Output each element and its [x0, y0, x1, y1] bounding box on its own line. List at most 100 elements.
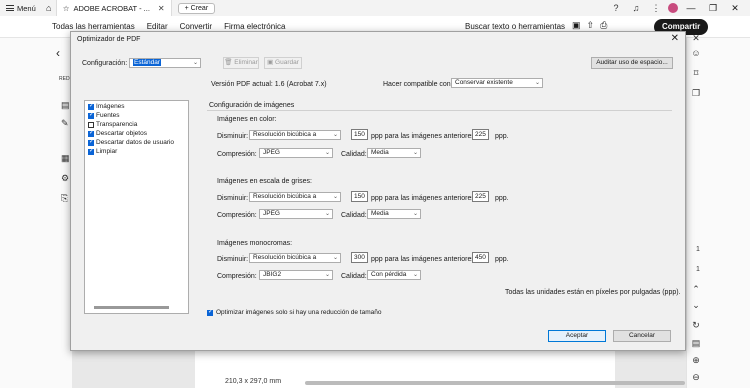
hamburger-icon	[6, 5, 14, 11]
list-item-discard-objects[interactable]: Descartar objetos	[88, 129, 147, 137]
chevron-down-icon: ⌄	[332, 255, 338, 261]
save-button[interactable]: ▣ Guardar	[264, 57, 302, 69]
gray-above-input[interactable]: 225	[472, 191, 489, 202]
apps-grid-icon[interactable]: ⋮	[648, 3, 664, 14]
zoom-out-icon[interactable]: ⊖	[690, 372, 702, 383]
menu-item-esign[interactable]: Firma electrónica	[218, 22, 291, 31]
chevron-down-icon: ⌄	[332, 194, 338, 200]
config-select[interactable]: Estándar ⌄	[129, 58, 201, 68]
mono-ppi-input[interactable]: 300	[351, 252, 368, 263]
mono-downsample-select[interactable]: Resolución bicúbica a ⌄	[249, 253, 341, 263]
color-ppi-input[interactable]: 150	[351, 129, 368, 140]
list-item-fonts[interactable]: Fuentes	[88, 111, 120, 119]
close-tab-icon[interactable]: ✕	[158, 4, 165, 13]
color-quality-label: Calidad:	[341, 151, 367, 158]
gray-compression-select[interactable]: JPEG ⌄	[259, 209, 333, 219]
close-window-icon[interactable]: ✕	[726, 3, 744, 14]
color-quality-select[interactable]: Media ⌄	[367, 148, 421, 158]
color-quality-value: Media	[371, 149, 389, 156]
color-downsample-select[interactable]: Resolución bicúbica a ⌄	[249, 130, 341, 140]
checkbox-fonts[interactable]	[88, 111, 94, 119]
trash-icon: 🗑	[224, 59, 233, 66]
left-rail-tool-icon-1[interactable]: ▤	[61, 100, 70, 111]
upload-icon[interactable]: ⇧	[587, 20, 595, 31]
document-icon[interactable]: ▤	[690, 338, 702, 349]
document-tab[interactable]: ☆ ADOBE ACROBAT - ... ✕	[55, 0, 172, 16]
gray-quality-value: Media	[371, 210, 389, 217]
close-panel-icon[interactable]: ✕	[690, 33, 702, 44]
print-icon[interactable]: ⎙	[600, 20, 607, 31]
accept-button[interactable]: Aceptar	[548, 330, 606, 342]
help-icon[interactable]: ?	[608, 3, 624, 13]
checkbox-discard-objects[interactable]	[88, 129, 94, 137]
left-rail-tool-icon-4[interactable]: ⚙	[61, 173, 69, 184]
comment-icon[interactable]: ☺	[690, 48, 702, 58]
gray-downsample-select[interactable]: Resolución bicúbica a ⌄	[249, 192, 341, 202]
delete-button[interactable]: 🗑 Eliminar	[223, 57, 259, 69]
save-icon[interactable]: ▣	[572, 20, 581, 31]
zoom-in-icon[interactable]: ⊕	[690, 355, 702, 366]
optimize-only-label: Optimizar imágenes solo si hay una reduc…	[216, 309, 382, 316]
cancel-button[interactable]: Cancelar	[613, 330, 671, 342]
chevron-down-icon: ⌄	[534, 80, 540, 86]
title-bar: Menú ⌂ ☆ ADOBE ACROBAT - ... ✕ + Crear ?…	[0, 0, 750, 16]
left-rail-tool-icon-3[interactable]: ▦	[61, 153, 70, 164]
dialog-close-icon[interactable]: ✕	[671, 33, 679, 44]
color-above-input[interactable]: 225	[472, 129, 489, 140]
menu-item-convert[interactable]: Convertir	[174, 22, 218, 31]
gray-ppi-input[interactable]: 150	[351, 191, 368, 202]
new-tab-label: Crear	[190, 4, 209, 12]
color-method-value: Resolución bicúbica a	[253, 131, 317, 138]
mono-compression-select[interactable]: JBIG2 ⌄	[259, 270, 333, 280]
left-rail-tool-icon-5[interactable]: ⎘	[61, 193, 68, 204]
minimize-icon[interactable]: —	[682, 3, 700, 13]
avatar[interactable]	[668, 3, 678, 13]
bell-icon[interactable]: ♫	[628, 3, 644, 13]
compat-value: Conservar existente	[455, 79, 513, 86]
mono-quality-select[interactable]: Con pérdida ⌄	[367, 270, 421, 280]
color-compression-select[interactable]: JPEG ⌄	[259, 148, 333, 158]
gray-quality-select[interactable]: Media ⌄	[367, 209, 421, 219]
list-scrollbar[interactable]	[94, 306, 169, 309]
bookmark-icon[interactable]: ⌑	[690, 68, 702, 79]
back-arrow-icon[interactable]: ‹	[56, 46, 60, 60]
menu-item-all-tools[interactable]: Todas las herramientas	[0, 22, 141, 31]
left-rail	[0, 38, 72, 388]
checkbox-discard-user-data[interactable]	[88, 138, 94, 146]
mono-ppi-for-label: ppp para las imágenes anteriores	[371, 256, 475, 263]
color-compression-value: JPEG	[263, 149, 280, 156]
search-tools-field[interactable]: Buscar texto o herramientas	[465, 22, 565, 31]
audit-space-button[interactable]: Auditar uso de espacio...	[591, 57, 673, 69]
scroll-up-icon[interactable]: ⌃	[690, 284, 702, 295]
compat-select[interactable]: Conservar existente ⌄	[451, 78, 543, 88]
mono-above-input[interactable]: 450	[472, 252, 489, 263]
horizontal-scrollbar[interactable]	[305, 381, 685, 385]
compat-label: Hacer compatible con:	[383, 81, 453, 88]
mono-method-value: Resolución bicúbica a	[253, 254, 317, 261]
list-item-clean-up[interactable]: Limpiar	[88, 147, 117, 155]
list-item-discard-user-data[interactable]: Descartar datos de usuario	[88, 138, 174, 146]
mono-ppi-unit: ppp.	[495, 256, 509, 263]
tab-label: ADOBE ACROBAT - ...	[73, 3, 150, 13]
new-tab-button[interactable]: + Crear	[177, 2, 216, 14]
optimize-only-checkbox[interactable]	[207, 308, 213, 316]
menu-item-edit[interactable]: Editar	[141, 22, 174, 31]
pages-icon[interactable]: ❐	[690, 88, 702, 99]
optimize-only-option[interactable]: Optimizar imágenes solo si hay una reduc…	[207, 308, 382, 316]
list-item-transparency[interactable]: Transparencia	[88, 121, 137, 128]
left-rail-tool-icon-2[interactable]: ✎	[61, 118, 69, 129]
home-icon[interactable]: ⌂	[42, 3, 56, 13]
scroll-down-icon[interactable]: ⌄	[690, 300, 702, 311]
checkbox-transparency[interactable]	[88, 121, 94, 128]
checkbox-images[interactable]	[88, 102, 94, 110]
delete-label: Eliminar	[234, 59, 258, 66]
color-downsample-label: Disminuir:	[217, 133, 249, 140]
list-item-images[interactable]: Imágenes	[88, 102, 125, 110]
maximize-icon[interactable]: ❐	[704, 3, 722, 14]
star-icon[interactable]: ☆	[63, 4, 70, 13]
checkbox-clean-up[interactable]	[88, 147, 94, 155]
page-size-readout: 210,3 x 297,0 mm	[225, 378, 282, 385]
refresh-icon[interactable]: ↻	[690, 320, 702, 331]
menu-button[interactable]: Menú	[0, 4, 42, 13]
save-label: Guardar	[275, 59, 299, 66]
